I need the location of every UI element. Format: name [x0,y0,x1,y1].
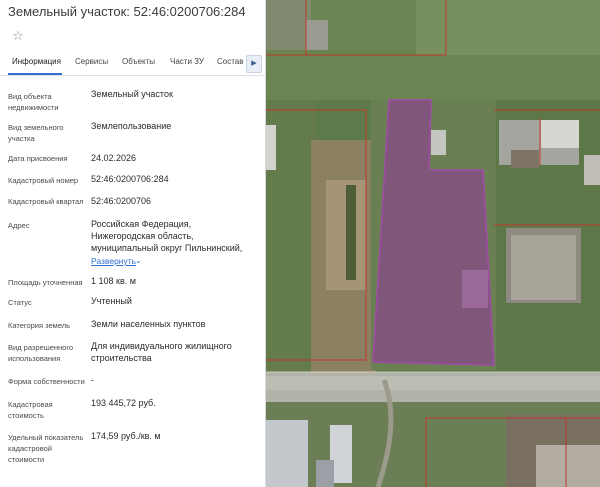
value-permitted-use: Для индивидуального жилищного строительс… [91,341,232,363]
value-specific-value: 174,59 руб./кв. м [91,431,161,441]
label-object-type: Вид объекта недвижимости [8,92,59,112]
info-panel: Земельный участок: 52:46:0200706:284 ☆ И… [0,0,266,487]
favorite-star-icon[interactable]: ☆ [9,27,27,45]
tabs-scroll-right-icon[interactable]: ▶ [246,55,262,73]
label-ownership-form: Форма собственности [8,377,85,386]
label-address: Адрес [8,221,30,230]
map-view[interactable] [266,0,600,487]
label-cadastral-number: Кадастровый номер [8,176,79,185]
tab-land-parts[interactable]: Части ЗУ [170,57,204,66]
label-cadastral-quarter: Кадастровый квартал [8,197,84,206]
label-permitted-use: Вид разрешенного использования [8,343,74,363]
tab-composition[interactable]: Состав [217,57,244,66]
tab-services[interactable]: Сервисы [75,57,108,66]
value-land-category: Земли населенных пунктов [91,319,206,329]
label-specific-value: Удельный показатель кадастровой стоимост… [8,433,84,464]
panel-title: Земельный участок: 52:46:0200706:284 [8,4,246,19]
label-area: Площадь уточненная [8,278,83,287]
value-ownership-form: - [91,375,94,385]
label-cadastral-value: Кадастровая стоимость [8,400,53,420]
chevron-down-icon[interactable]: ⌄ [135,256,142,265]
value-object-type: Земельный участок [91,89,173,99]
label-land-category: Категория земель [8,321,71,330]
value-cadastral-quarter: 52:46:0200706 [91,196,152,206]
tab-information[interactable]: Информация [12,57,61,66]
value-assign-date: 24.02.2026 [91,153,137,163]
value-cadastral-value: 193 445,72 руб. [91,398,156,408]
label-status: Статус [8,298,32,307]
tab-objects[interactable]: Объекты [122,57,155,66]
tab-bar: Информация Сервисы Объекты Части ЗУ Сост… [0,52,265,76]
value-status: Учтенный [91,296,132,306]
expand-address-link[interactable]: Развернуть [91,256,136,266]
label-assign-date: Дата присвоения [8,154,68,163]
value-cadastral-number: 52:46:0200706:284 [91,174,169,184]
label-land-type: Вид земельного участка [8,123,64,143]
active-tab-indicator [8,73,62,75]
value-address: Российская Федерация, Нижегородская обла… [91,219,243,253]
value-land-type: Землепользование [91,121,172,131]
value-area: 1 108 кв. м [91,276,136,286]
satellite-imagery [266,0,600,487]
